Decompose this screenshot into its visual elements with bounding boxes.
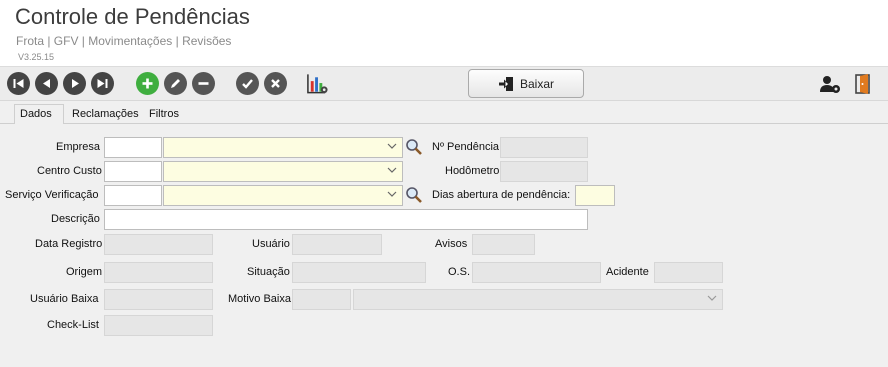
situacao-field	[292, 262, 426, 283]
first-icon[interactable]	[7, 72, 30, 95]
exit-door-icon[interactable]	[851, 72, 874, 95]
usuario-baixa-label: Usuário Baixa	[30, 293, 99, 305]
avisos-field	[472, 234, 535, 255]
situacao-label: Situação	[247, 266, 290, 278]
toolbar: Baixar	[0, 66, 888, 101]
sign-in-icon	[498, 76, 513, 91]
empresa-label: Empresa	[56, 141, 101, 153]
os-field	[472, 262, 601, 283]
page-title: Controle de Pendências	[15, 4, 250, 29]
dias-abertura-label: Dias abertura de pendência:	[432, 189, 571, 201]
origem-label: Origem	[66, 266, 103, 278]
cancel-icon[interactable]	[264, 72, 287, 95]
chevron-down-icon	[387, 191, 397, 197]
descricao-label: Descrição	[51, 213, 100, 225]
tab-reclamacoes[interactable]: Reclamações	[67, 104, 144, 124]
centro-custo-code-input[interactable]	[104, 161, 162, 182]
motivo-baixa-select	[353, 289, 723, 310]
search-icon[interactable]	[405, 186, 423, 204]
usuario-label: Usuário	[252, 238, 290, 250]
data-registro-field	[104, 234, 213, 255]
origem-field	[104, 262, 213, 283]
data-registro-label: Data Registro	[35, 238, 103, 250]
tab-dados[interactable]: Dados	[14, 104, 64, 125]
chevron-down-icon	[387, 143, 397, 149]
user-settings-icon[interactable]	[818, 72, 841, 95]
acidente-field	[654, 262, 723, 283]
acidente-label: Acidente	[606, 266, 649, 278]
page-header: Controle de Pendências Frota | GFV | Mov…	[0, 0, 888, 66]
tab-filtros[interactable]: Filtros	[144, 104, 184, 124]
edit-icon[interactable]	[164, 72, 187, 95]
avisos-label: Avisos	[435, 238, 468, 250]
empresa-code-input[interactable]	[104, 137, 162, 158]
os-label: O.S.	[448, 266, 471, 278]
n-pendencia-label: Nº Pendência	[432, 141, 500, 153]
dias-abertura-input[interactable]	[575, 185, 615, 206]
servico-verificacao-label: Serviço Verificação	[5, 189, 99, 201]
breadcrumb: Frota | GFV | Movimentações | Revisões	[16, 34, 232, 48]
remove-icon[interactable]	[192, 72, 215, 95]
chevron-down-icon	[387, 167, 397, 173]
chart-settings-icon[interactable]	[306, 72, 329, 95]
n-pendencia-field	[500, 137, 588, 158]
baixar-label: Baixar	[519, 76, 554, 91]
add-icon[interactable]	[136, 72, 159, 95]
previous-icon[interactable]	[35, 72, 58, 95]
hodometro-label: Hodômetro	[445, 165, 500, 177]
descricao-input[interactable]	[104, 209, 588, 230]
form-dados: Empresa Nº Pendência Centro Custo Hodôme…	[0, 124, 888, 367]
search-icon[interactable]	[405, 138, 423, 156]
chevron-down-icon	[707, 295, 717, 301]
servico-verificacao-select[interactable]	[163, 185, 403, 206]
confirm-icon[interactable]	[236, 72, 259, 95]
servico-verificacao-code-input[interactable]	[104, 185, 162, 206]
check-list-label: Check-List	[47, 319, 99, 331]
version-label: V3.25.15	[18, 52, 55, 62]
play-icon[interactable]	[63, 72, 86, 95]
tab-bar: Dados Reclamações Filtros	[0, 102, 888, 125]
centro-custo-select[interactable]	[163, 161, 403, 182]
motivo-baixa-label: Motivo Baixa	[228, 293, 291, 305]
last-icon[interactable]	[91, 72, 114, 95]
motivo-baixa-code-field	[292, 289, 351, 310]
empresa-select[interactable]	[163, 137, 403, 158]
usuario-field	[292, 234, 382, 255]
baixar-button[interactable]: Baixar	[468, 69, 584, 98]
check-list-field	[104, 315, 213, 336]
usuario-baixa-field	[104, 289, 213, 310]
centro-custo-label: Centro Custo	[37, 165, 102, 177]
hodometro-field	[500, 161, 588, 182]
